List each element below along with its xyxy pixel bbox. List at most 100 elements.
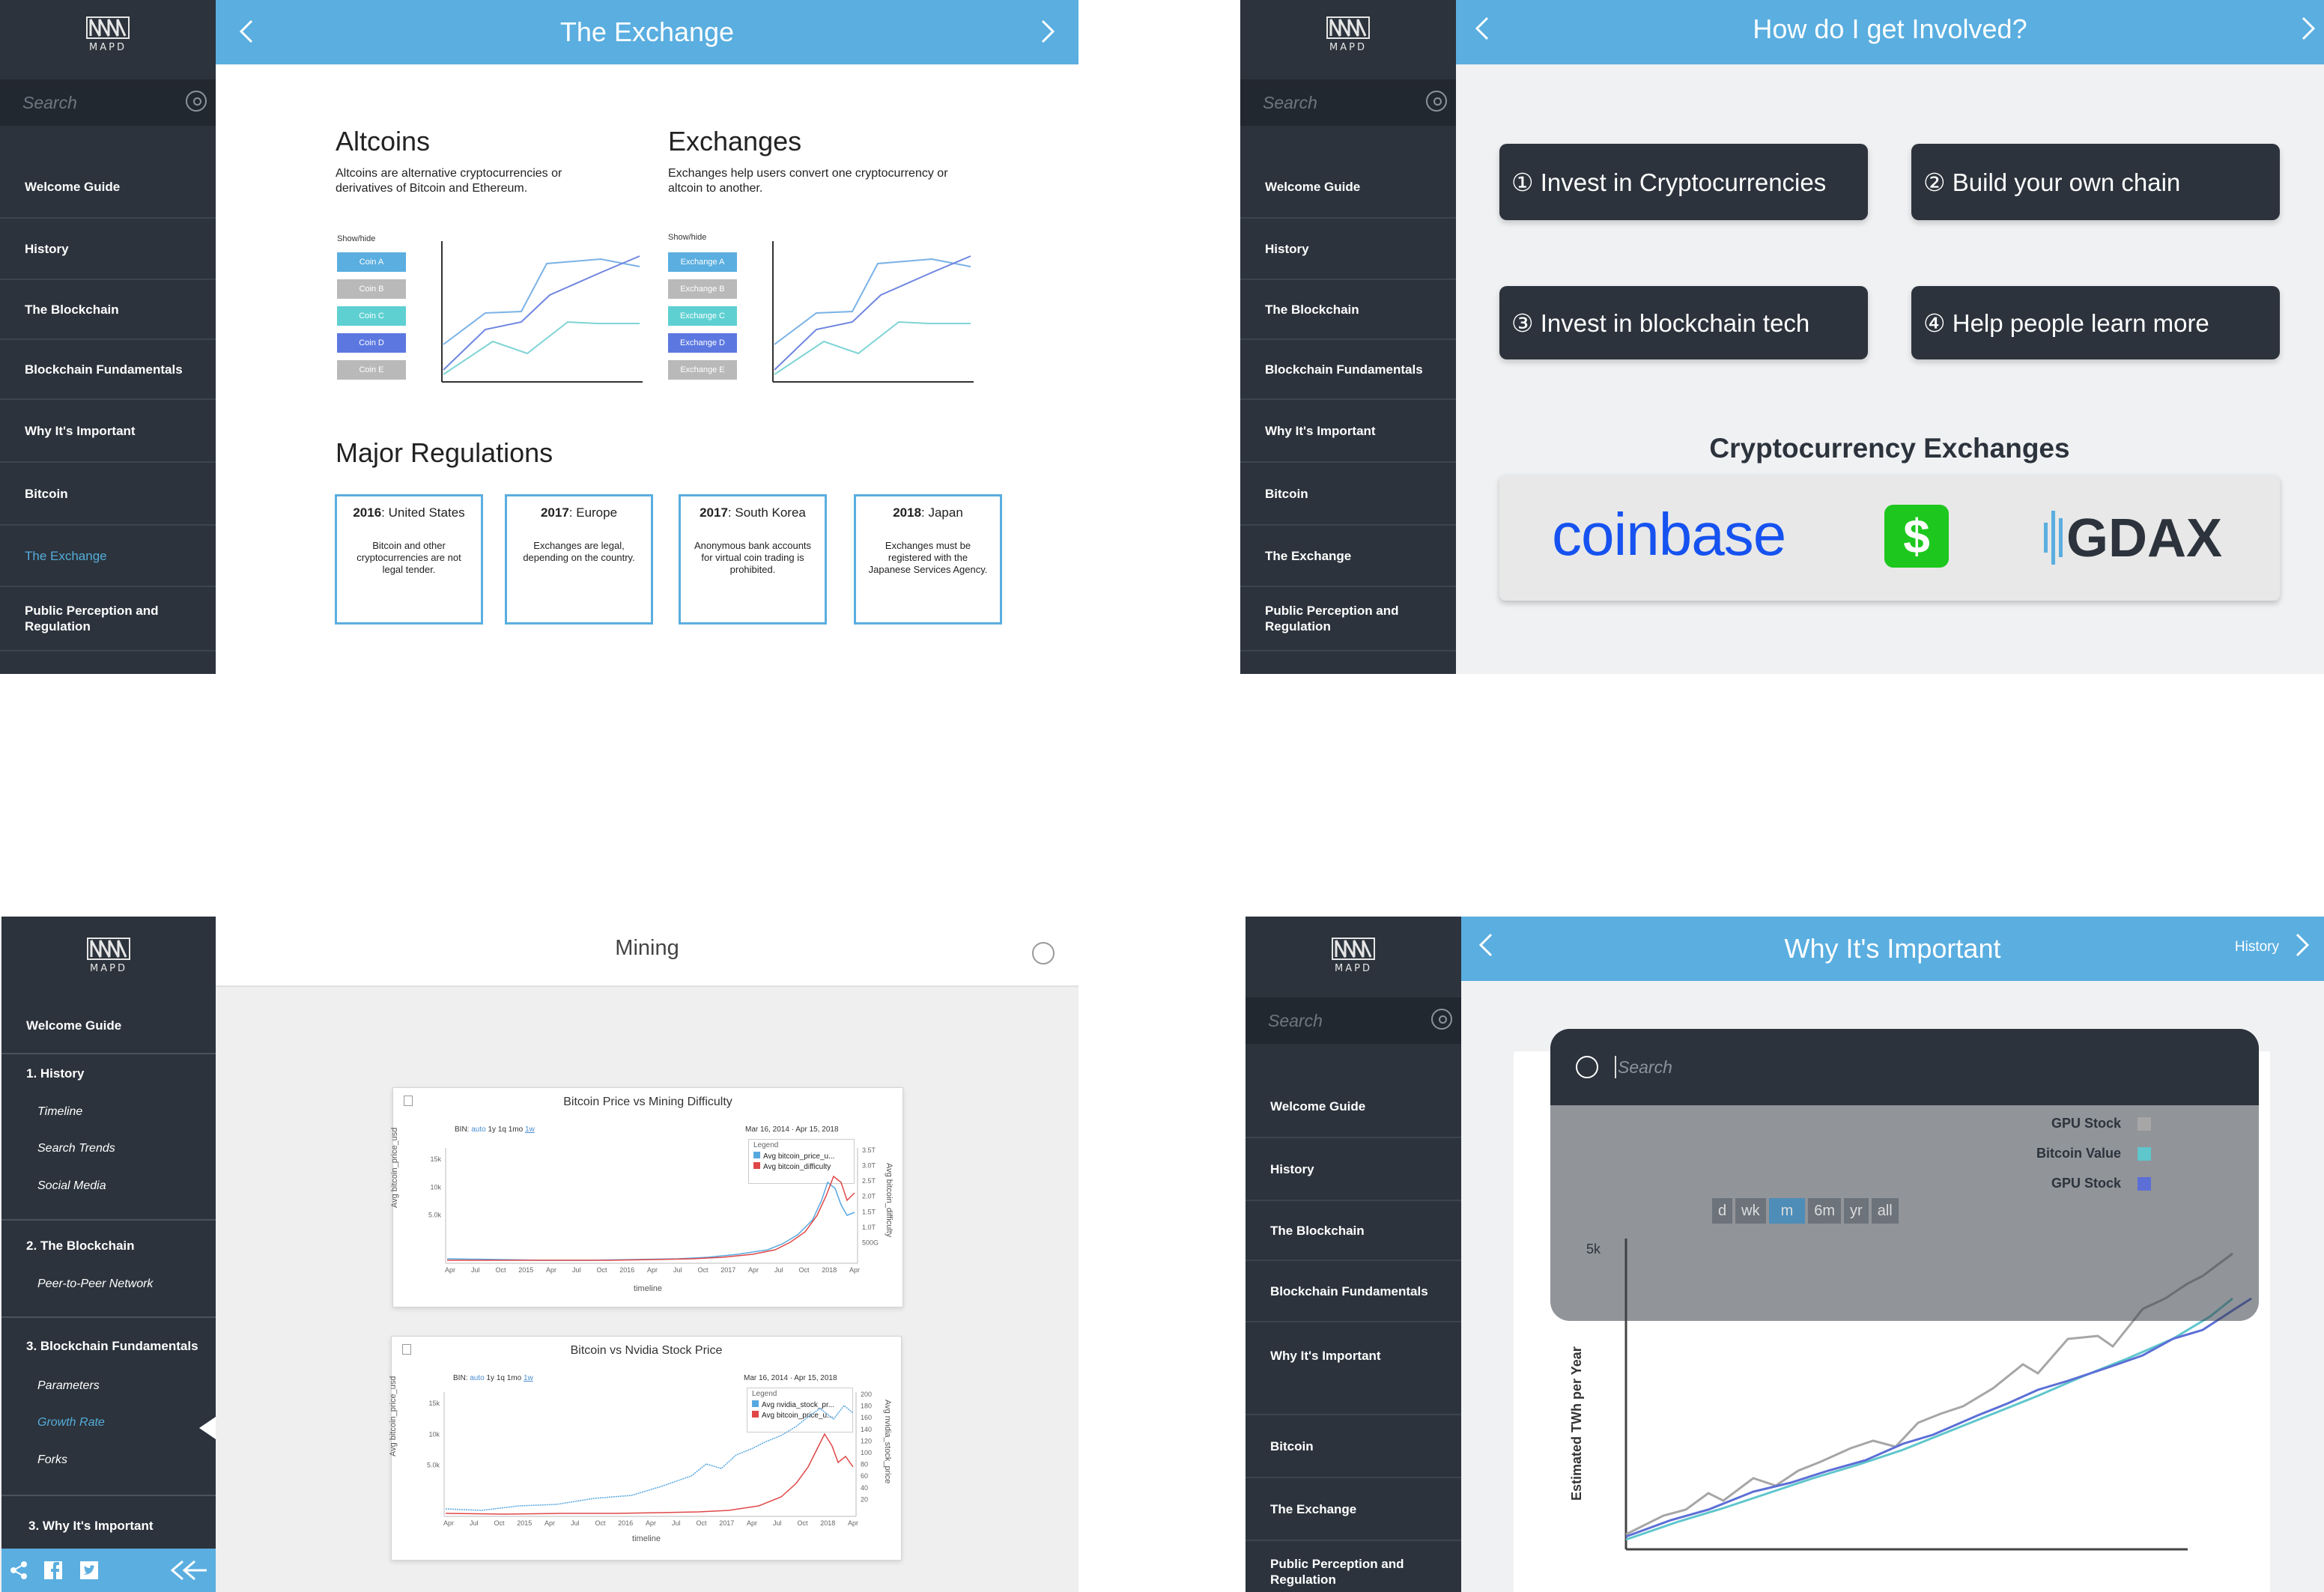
- sidebar-subitem-timeline[interactable]: Timeline: [37, 1105, 82, 1119]
- sidebar-item-bitcoin[interactable]: Bitcoin: [1246, 1415, 1461, 1478]
- search-icon[interactable]: [1032, 942, 1055, 964]
- share-icon[interactable]: [9, 1561, 28, 1580]
- sidebar-item-welcome-guide[interactable]: Welcome Guide: [1240, 156, 1456, 219]
- sidebar-item-the-blockchain[interactable]: The Blockchain: [0, 280, 216, 340]
- sidebar-item-label: The Blockchain: [1265, 302, 1359, 317]
- sidebar-section-why-its-important[interactable]: 3. Why It's Important: [1, 1514, 216, 1537]
- sidebar-item-label: 1. History: [26, 1066, 85, 1081]
- sidebar-item-the-exchange[interactable]: The Exchange: [0, 526, 216, 587]
- sidebar-subitem-parameters[interactable]: Parameters: [37, 1379, 100, 1393]
- sidebar-item-the-blockchain[interactable]: The Blockchain: [1246, 1201, 1461, 1261]
- sidebar-search[interactable]: Search: [0, 79, 216, 126]
- regulation-card[interactable]: 2017: Europe Exchanges are legal, depend…: [505, 494, 653, 625]
- sidebar-search[interactable]: Search: [1240, 79, 1456, 126]
- overlay-search-placeholder[interactable]: Search: [1618, 1057, 1672, 1078]
- regulation-year: 2016: [353, 505, 382, 520]
- sidebar-subitem-social-media[interactable]: Social Media: [37, 1179, 106, 1193]
- range-button-m[interactable]: m: [1768, 1198, 1806, 1224]
- sidebar-item-public-perception[interactable]: Public Perception and Regulation: [0, 587, 216, 651]
- invest-blockchain-tech-button[interactable]: ③ Invest in blockchain tech: [1499, 286, 1868, 359]
- collapse-sidebar-icon[interactable]: [168, 1559, 207, 1582]
- facebook-icon[interactable]: [43, 1561, 63, 1580]
- series-bitcoin-price: [446, 1181, 855, 1261]
- x-tick-label: Apr: [443, 1519, 454, 1527]
- x-tick-label: Oct: [696, 1519, 707, 1527]
- sidebar-item-blockchain-fundamentals[interactable]: Blockchain Fundamentals: [1240, 340, 1456, 400]
- chip-exchange-a[interactable]: Exchange A: [668, 252, 737, 272]
- regulation-year: 2017: [540, 505, 569, 520]
- sidebar-item-blockchain-fundamentals[interactable]: Blockchain Fundamentals: [0, 340, 216, 400]
- cash-app-logo[interactable]: $: [1884, 505, 1949, 568]
- sidebar-section-the-blockchain[interactable]: 2. The Blockchain: [1, 1234, 216, 1257]
- chart-bitcoin-vs-nvidia: Bitcoin vs Nvidia Stock Price BIN: auto …: [389, 1336, 902, 1561]
- mapd-logo[interactable]: MAPD: [1240, 16, 1456, 53]
- x-tick-label: Apr: [849, 1266, 860, 1274]
- x-tick-label: Apr: [646, 1519, 656, 1527]
- sidebar-item-the-exchange[interactable]: The Exchange: [1246, 1478, 1461, 1541]
- chip-exchange-e[interactable]: Exchange E: [668, 360, 737, 380]
- sidebar-subitem-search-trends[interactable]: Search Trends: [37, 1142, 115, 1155]
- sidebar-search[interactable]: Search: [1246, 997, 1461, 1044]
- sidebar-item-welcome-guide[interactable]: Welcome Guide: [1246, 1075, 1461, 1138]
- range-button-d[interactable]: d: [1712, 1198, 1733, 1224]
- search-icon[interactable]: [186, 91, 207, 112]
- regulation-card[interactable]: 2017: South Korea Anonymous bank account…: [679, 494, 827, 625]
- sidebar-item-history[interactable]: History: [1240, 219, 1456, 280]
- chip-coin-a[interactable]: Coin A: [337, 252, 406, 272]
- invest-cryptocurrencies-button[interactable]: ① Invest in Cryptocurrencies: [1499, 144, 1868, 220]
- chevron-right-icon[interactable]: [2288, 932, 2315, 958]
- chip-exchange-d[interactable]: Exchange D: [668, 333, 737, 353]
- search-icon[interactable]: [1431, 1009, 1452, 1030]
- range-button-6m[interactable]: 6m: [1808, 1198, 1842, 1224]
- sidebar-item-public-perception[interactable]: Public Perception and Regulation: [1246, 1541, 1461, 1592]
- sidebar-item-the-exchange[interactable]: The Exchange: [1240, 526, 1456, 587]
- sidebar-item-label: Why It's Important: [25, 423, 136, 438]
- chevron-right-icon[interactable]: [2294, 15, 2321, 42]
- chip-exchange-b[interactable]: Exchange B: [668, 279, 737, 299]
- mapd-logo[interactable]: MAPD: [1246, 938, 1461, 974]
- sidebar-item-history[interactable]: History: [0, 219, 216, 280]
- sidebar-item-blockchain-fundamentals[interactable]: Blockchain Fundamentals: [1246, 1261, 1461, 1322]
- chip-coin-c[interactable]: Coin C: [337, 306, 406, 326]
- twitter-icon[interactable]: [79, 1561, 99, 1580]
- sidebar-subitem-forks[interactable]: Forks: [37, 1453, 67, 1467]
- help-people-learn-button[interactable]: ④ Help people learn more: [1911, 286, 2280, 359]
- regulation-year: 2018: [893, 505, 922, 520]
- sidebar-item-why-its-important[interactable]: Why It's Important: [0, 400, 216, 463]
- range-button-yr[interactable]: yr: [1844, 1198, 1869, 1224]
- build-chain-button[interactable]: ② Build your own chain: [1911, 144, 2280, 220]
- y2-tick-label: 100: [861, 1449, 872, 1456]
- sidebar-subitem-growth-rate[interactable]: Growth Rate: [37, 1416, 105, 1430]
- sidebar-item-the-blockchain[interactable]: The Blockchain: [1240, 280, 1456, 340]
- sidebar-section-history[interactable]: 1. History: [1, 1062, 216, 1084]
- chip-coin-e[interactable]: Coin E: [337, 360, 406, 380]
- range-button-all[interactable]: all: [1871, 1198, 1899, 1224]
- price-difficulty-plot: 15k10k5.0k 3.5T3.0T2.5T2.0T1.5T1.0T500G …: [428, 1146, 879, 1274]
- sidebar-item-public-perception[interactable]: Public Perception and Regulation: [1240, 587, 1456, 651]
- range-button-wk[interactable]: wk: [1735, 1198, 1766, 1224]
- sidebar-item-why-its-important[interactable]: Why It's Important: [1240, 400, 1456, 463]
- coinbase-logo[interactable]: coinbase: [1552, 500, 1786, 569]
- mapd-logo[interactable]: MAPD: [0, 16, 216, 53]
- chevron-right-icon[interactable]: [1034, 18, 1061, 45]
- sidebar-item-history[interactable]: History: [1246, 1138, 1461, 1201]
- sidebar-item-welcome-guide[interactable]: Welcome Guide: [1, 997, 216, 1054]
- mapd-logo[interactable]: MAPD: [1, 938, 216, 974]
- sidebar-item-label: Bitcoin: [1265, 486, 1308, 501]
- search-icon[interactable]: [1426, 91, 1447, 112]
- sidebar-subitem-peer-to-peer[interactable]: Peer-to-Peer Network: [37, 1277, 153, 1291]
- search-icon[interactable]: [1576, 1056, 1598, 1078]
- regulation-card[interactable]: 2018: Japan Exchanges must be registered…: [854, 494, 1002, 625]
- y2-tick-label: 1.5T: [862, 1208, 876, 1215]
- sidebar-item-bitcoin[interactable]: Bitcoin: [0, 463, 216, 526]
- next-page-label[interactable]: History: [2235, 939, 2279, 955]
- sidebar-section-blockchain-fundamentals[interactable]: 3. Blockchain Fundamentals: [1, 1334, 216, 1357]
- regulation-card[interactable]: 2016: United States Bitcoin and other cr…: [335, 494, 483, 625]
- chip-exchange-c[interactable]: Exchange C: [668, 306, 737, 326]
- overlay-search-bar[interactable]: Search: [1550, 1029, 2259, 1105]
- chip-coin-d[interactable]: Coin D: [337, 333, 406, 353]
- sidebar-item-welcome-guide[interactable]: Welcome Guide: [0, 156, 216, 219]
- sidebar-item-bitcoin[interactable]: Bitcoin: [1240, 463, 1456, 526]
- sidebar-item-why-its-important[interactable]: Why It's Important: [1246, 1322, 1461, 1415]
- chip-coin-b[interactable]: Coin B: [337, 279, 406, 299]
